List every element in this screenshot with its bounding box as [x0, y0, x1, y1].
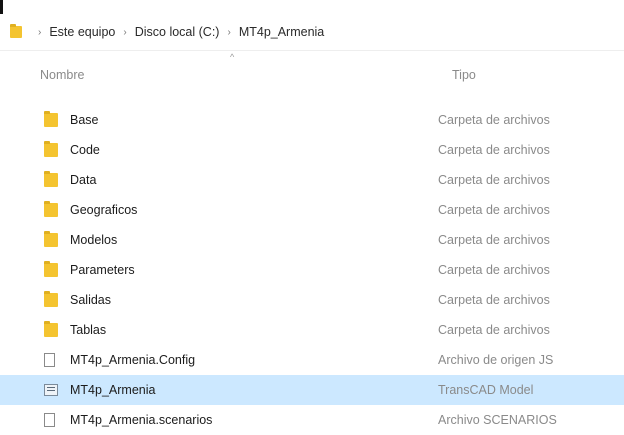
file-type: Archivo de origen JS [438, 353, 554, 367]
file-name: MT4p_Armenia.scenarios [70, 413, 213, 427]
file-name: Modelos [70, 233, 118, 247]
window-edge-marker [0, 0, 3, 14]
chevron-right-icon: › [123, 26, 127, 38]
file-name: MT4p_Armenia.Config [70, 353, 196, 367]
file-name: Parameters [70, 263, 135, 277]
file-type: Carpeta de archivos [438, 143, 550, 157]
file-row[interactable]: Code Carpeta de archivos [0, 135, 624, 165]
file-row[interactable]: Tablas Carpeta de archivos [0, 315, 624, 345]
file-row[interactable]: MT4p_Armenia TransCAD Model [0, 375, 624, 405]
folder-icon [44, 111, 58, 127]
file-row[interactable]: Base Carpeta de archivos [0, 105, 624, 135]
file-name: Geograficos [70, 203, 138, 217]
breadcrumb-item-este-equipo[interactable]: Este equipo [49, 25, 115, 39]
divider [0, 50, 624, 51]
folder-icon [44, 231, 58, 247]
breadcrumb-item-mt4p-armenia[interactable]: MT4p_Armenia [239, 25, 324, 39]
file-row[interactable]: Modelos Carpeta de archivos [0, 225, 624, 255]
folder-icon [44, 321, 58, 337]
file-name: Base [70, 113, 99, 127]
folder-icon [44, 171, 58, 187]
file-row[interactable]: MT4p_Armenia.scenarios Archivo SCENARIOS [0, 405, 624, 435]
column-header-type[interactable]: Tipo [452, 68, 476, 82]
model-file-icon [44, 384, 58, 396]
folder-icon [44, 141, 58, 157]
file-list: Base Carpeta de archivos Code Carpeta de ar… [0, 105, 624, 435]
file-name: Data [70, 173, 97, 187]
file-row[interactable]: Data Carpeta de archivos [0, 165, 624, 195]
folder-icon [44, 201, 58, 217]
folder-icon [10, 24, 22, 38]
folder-icon [44, 261, 58, 277]
chevron-right-icon: › [227, 26, 231, 38]
breadcrumb[interactable]: › Este equipo › Disco local (C:) › MT4p_… [10, 20, 610, 44]
file-type: Carpeta de archivos [438, 113, 550, 127]
file-name: Tablas [70, 323, 107, 337]
sort-caret-icon: ^ [230, 52, 235, 62]
column-header-name[interactable]: Nombre [40, 68, 84, 82]
file-type: Carpeta de archivos [438, 293, 550, 307]
file-type: Carpeta de archivos [438, 173, 550, 187]
chevron-right-icon: › [38, 26, 42, 38]
file-row[interactable]: Salidas Carpeta de archivos [0, 285, 624, 315]
column-headers: Nombre Tipo [0, 64, 624, 86]
file-row[interactable]: MT4p_Armenia.Config Archivo de origen JS [0, 345, 624, 375]
file-type: TransCAD Model [438, 383, 534, 397]
file-type: Carpeta de archivos [438, 233, 550, 247]
document-icon [44, 353, 55, 367]
file-type: Carpeta de archivos [438, 323, 550, 337]
file-type: Carpeta de archivos [438, 263, 550, 277]
file-row[interactable]: Parameters Carpeta de archivos [0, 255, 624, 285]
file-type: Carpeta de archivos [438, 203, 550, 217]
file-name: MT4p_Armenia [70, 383, 156, 397]
document-icon [44, 413, 55, 427]
file-name: Salidas [70, 293, 111, 307]
file-name: Code [70, 143, 100, 157]
breadcrumb-item-disco-local[interactable]: Disco local (C:) [135, 25, 220, 39]
folder-icon [44, 291, 58, 307]
file-row[interactable]: Geograficos Carpeta de archivos [0, 195, 624, 225]
file-type: Archivo SCENARIOS [438, 413, 557, 427]
